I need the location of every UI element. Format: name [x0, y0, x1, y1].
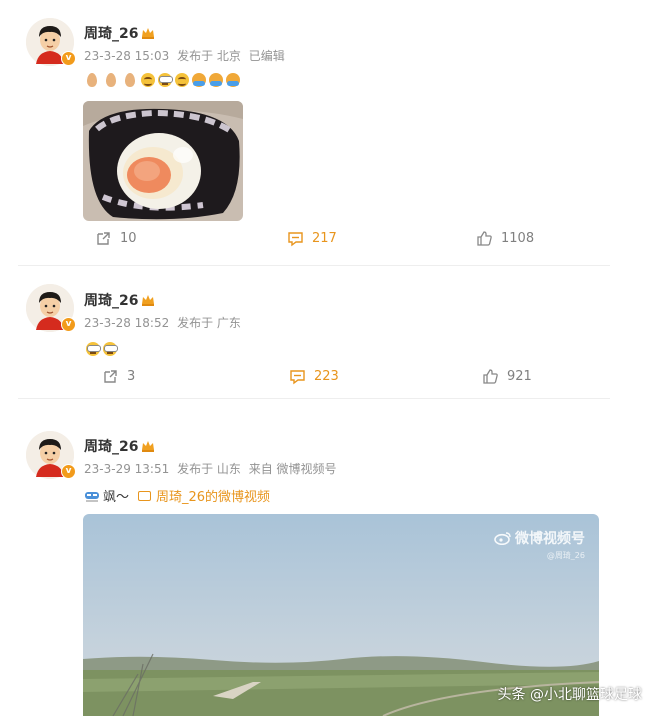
post-date[interactable]: 23-3-28 18:52 [84, 316, 169, 330]
cry-emoji-icon [158, 73, 173, 87]
repost-count: 3 [127, 369, 136, 384]
repost-icon [97, 232, 110, 245]
comment-icon [290, 370, 305, 385]
action-bar: 3 223 921 [0, 368, 658, 390]
video-link-icon [138, 490, 152, 501]
hug-emoji-icon [209, 73, 223, 87]
post-date[interactable]: 23-3-29 13:51 [84, 462, 169, 476]
fried-egg-image [83, 101, 243, 221]
verified-badge-icon: v [61, 464, 76, 479]
username[interactable]: 周琦_26 [84, 436, 155, 456]
thumbs-up-icon [477, 231, 492, 246]
post-text: 飒～ 周琦_26的微博视频 [84, 486, 270, 505]
hug-emoji-icon [226, 73, 240, 87]
comment-button[interactable]: 223 [289, 368, 339, 385]
laugh-emoji-icon [141, 73, 155, 87]
cry-emoji-icon [86, 342, 101, 356]
crown-icon [142, 441, 155, 452]
post-meta: 23-3-28 15:03 发布于 北京 已编辑 [84, 47, 285, 64]
cry-emoji-icon [103, 342, 118, 356]
avatar[interactable]: v [26, 284, 76, 332]
post-date[interactable]: 23-3-28 15:03 [84, 49, 169, 63]
divider [18, 265, 610, 266]
post-location: 发布于 广东 [177, 316, 241, 330]
divider [18, 398, 610, 399]
comment-button[interactable]: 217 [287, 230, 337, 247]
action-bar: 10 217 1108 [0, 230, 658, 252]
post-source[interactable]: 来自 微博视频号 [249, 462, 337, 476]
crown-icon [142, 28, 155, 39]
username-text: 周琦_26 [84, 439, 139, 455]
thumbs-up-icon [483, 369, 498, 384]
post-location: 发布于 北京 [177, 49, 241, 63]
weibo-logo-icon [494, 532, 511, 545]
egg-emoji-icon [125, 73, 135, 87]
avatar[interactable]: v [26, 431, 76, 479]
toutiao-watermark: 头条 @小北聊篮球足球 [497, 687, 642, 703]
verified-badge-icon: v [61, 51, 76, 66]
crown-icon [142, 295, 155, 306]
username[interactable]: 周琦_26 [84, 290, 155, 310]
repost-button[interactable]: 10 [95, 230, 137, 247]
post-meta: 23-3-28 18:52 发布于 广东 [84, 314, 241, 331]
watermark-text: 微博视频号 [515, 531, 585, 547]
like-count: 1108 [501, 231, 535, 246]
repost-icon [104, 370, 117, 383]
avatar[interactable]: v [26, 18, 76, 66]
username-text: 周琦_26 [84, 26, 139, 42]
train-emoji-icon [85, 491, 99, 501]
repost-count: 10 [120, 231, 137, 246]
weibo-video-watermark: 微博视频号 @周琦_26 [494, 528, 585, 561]
hug-emoji-icon [192, 73, 206, 87]
egg-emoji-icon [106, 73, 116, 87]
like-button[interactable]: 921 [482, 368, 532, 385]
post-text-main: 飒～ [103, 490, 130, 505]
egg-emoji-icon [87, 73, 97, 87]
watermark-handle: @周琦_26 [546, 551, 585, 560]
post-photo[interactable] [83, 101, 243, 221]
username[interactable]: 周琦_26 [84, 23, 155, 43]
laugh-emoji-icon [175, 73, 189, 87]
edited-label[interactable]: 已编辑 [249, 49, 285, 63]
like-count: 921 [507, 369, 532, 384]
video-link[interactable]: 周琦_26的微博视频 [156, 486, 270, 505]
username-text: 周琦_26 [84, 293, 139, 309]
comment-count: 217 [312, 231, 337, 246]
post-meta: 23-3-29 13:51 发布于 山东 来自 微博视频号 [84, 460, 337, 477]
verified-badge-icon: v [61, 317, 76, 332]
emoji-row [84, 70, 240, 90]
post-location: 发布于 山东 [177, 462, 241, 476]
comment-icon [288, 232, 303, 247]
emoji-row [86, 339, 118, 359]
repost-button[interactable]: 3 [102, 368, 135, 385]
comment-count: 223 [314, 369, 339, 384]
like-button[interactable]: 1108 [476, 230, 534, 247]
